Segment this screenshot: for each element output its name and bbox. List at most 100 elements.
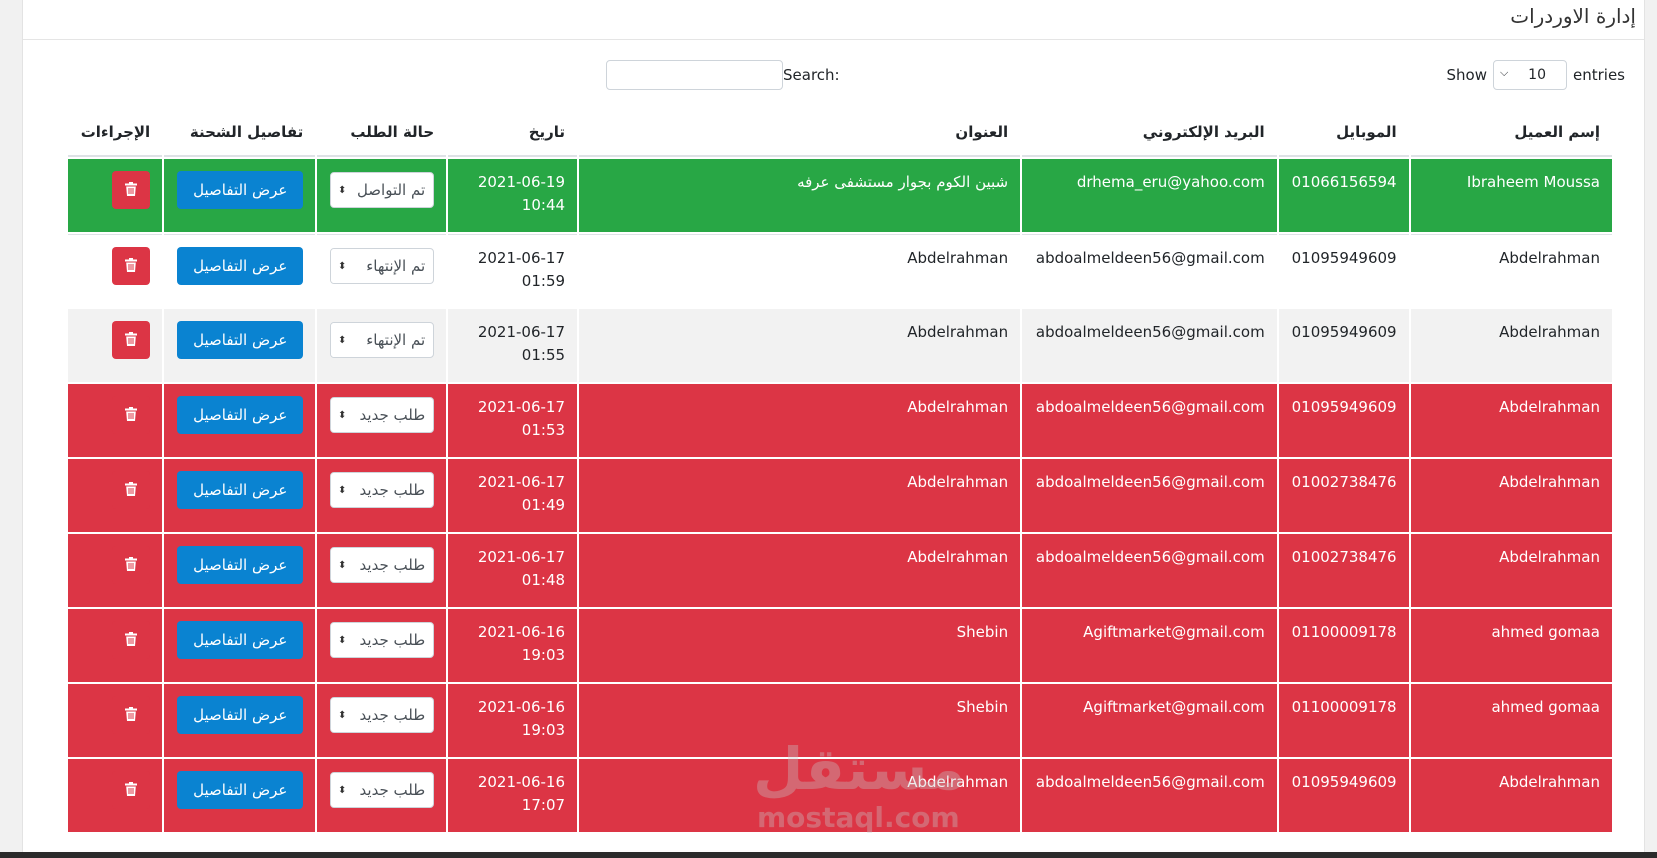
cell-mobile: 01100009178 <box>1278 684 1409 757</box>
sort-arrows-icon: ⬍ <box>331 398 354 432</box>
cell-address: Abdelrahman <box>579 759 1021 832</box>
status-select[interactable]: تم الإنتهاء ⬍ <box>330 322 435 358</box>
search-input[interactable] <box>606 60 783 90</box>
cell-address: Shebin <box>579 609 1021 682</box>
trash-icon <box>125 782 138 796</box>
delete-button[interactable] <box>112 396 151 434</box>
cell-mobile: 01095949609 <box>1278 309 1409 382</box>
cell-email: abdoalmeldeen56@gmail.com <box>1022 459 1277 532</box>
cell-date-time: 01:55 <box>521 346 566 364</box>
cell-address: Shebin <box>579 684 1021 757</box>
chevron-down-icon: ⌵ <box>1500 66 1509 79</box>
cell-status: طلب جديد ⬍ <box>317 459 447 532</box>
trash-icon <box>125 407 138 421</box>
status-value: طلب جديد <box>359 481 426 499</box>
status-select[interactable]: تم الإنتهاء ⬍ <box>330 248 435 284</box>
delete-button[interactable] <box>112 321 151 359</box>
delete-button[interactable] <box>112 247 151 285</box>
cell-date-time: 01:53 <box>521 421 566 439</box>
cell-date-day: 2021-06-17 <box>477 323 566 341</box>
delete-button[interactable] <box>112 621 151 659</box>
column-header-mobile[interactable]: الموبايل <box>1278 109 1409 157</box>
status-select[interactable]: طلب جديد ⬍ <box>330 472 435 508</box>
view-details-button[interactable]: عرض التفاصيل <box>177 171 304 209</box>
cell-details: عرض التفاصيل <box>164 534 316 607</box>
delete-button[interactable] <box>112 546 151 584</box>
card-header: إدارة الاوردرات <box>23 0 1644 40</box>
column-header-date[interactable]: تاريخ <box>448 109 578 157</box>
view-details-button[interactable]: عرض التفاصيل <box>177 621 304 659</box>
table-row: Abdelrahman 01095949609 abdoalmeldeen56@gm… <box>68 309 1612 382</box>
delete-button[interactable] <box>112 171 151 209</box>
sort-arrows-icon: ⬍ <box>331 249 354 283</box>
cell-actions <box>68 234 163 307</box>
column-header-email[interactable]: البريد الإلكتروني <box>1022 109 1277 157</box>
cell-name: Ibraheem Moussa <box>1410 159 1612 232</box>
view-details-button[interactable]: عرض التفاصيل <box>177 321 304 359</box>
table-row: Abdelrahman 01002738476 abdoalmeldeen56@gm… <box>68 534 1612 607</box>
entries-select[interactable]: ⌵ 10 <box>1493 60 1567 90</box>
cell-actions <box>68 159 163 232</box>
status-select[interactable]: طلب جديد ⬍ <box>330 772 435 808</box>
cell-date-time: 19:03 <box>521 721 566 739</box>
status-value: طلب جديد <box>359 406 426 424</box>
cell-status: طلب جديد ⬍ <box>317 684 447 757</box>
status-select[interactable]: طلب جديد ⬍ <box>330 622 435 658</box>
cell-mobile: 01002738476 <box>1278 534 1409 607</box>
column-header-address[interactable]: العنوان <box>579 109 1021 157</box>
cell-address: شبين الكوم بجوار مستشفى عرفه <box>579 159 1021 232</box>
column-header-details[interactable]: تفاصيل الشحنة <box>164 109 316 157</box>
cell-address: Abdelrahman <box>579 384 1021 457</box>
delete-button[interactable] <box>112 471 151 509</box>
cell-name: Abdelrahman <box>1410 234 1612 307</box>
view-details-button[interactable]: عرض التفاصيل <box>177 247 304 285</box>
cell-actions <box>68 534 163 607</box>
cell-actions <box>68 609 163 682</box>
status-value: تم الإنتهاء <box>366 331 426 349</box>
status-select[interactable]: طلب جديد ⬍ <box>330 397 435 433</box>
trash-icon <box>125 557 138 571</box>
table-row: Abdelrahman 01095949609 abdoalmeldeen56@gm… <box>68 384 1612 457</box>
cell-date-time: 01:59 <box>521 272 566 290</box>
table-controls: Search: Show ⌵ 10 entries <box>23 58 1644 92</box>
cell-date: 2021-06-17 01:55 <box>448 309 578 382</box>
view-details-button[interactable]: عرض التفاصيل <box>177 471 304 509</box>
view-details-button[interactable]: عرض التفاصيل <box>177 396 304 434</box>
taskbar-strip <box>0 852 1657 858</box>
column-header-status[interactable]: حالة الطلب <box>317 109 447 157</box>
cell-date-time: 01:48 <box>521 571 566 589</box>
cell-actions <box>68 384 163 457</box>
view-details-button[interactable]: عرض التفاصيل <box>177 696 304 734</box>
cell-status: طلب جديد ⬍ <box>317 759 447 832</box>
cell-mobile: 01002738476 <box>1278 459 1409 532</box>
trash-icon <box>125 482 138 496</box>
sort-arrows-icon: ⬍ <box>331 173 354 207</box>
cell-actions <box>68 459 163 532</box>
cell-email: abdoalmeldeen56@gmail.com <box>1022 309 1277 382</box>
status-select[interactable]: طلب جديد ⬍ <box>330 697 435 733</box>
status-select[interactable]: تم التواصل ⬍ <box>330 172 435 208</box>
status-select[interactable]: طلب جديد ⬍ <box>330 547 435 583</box>
sort-arrows-icon: ⬍ <box>331 698 354 732</box>
sort-arrows-icon: ⬍ <box>331 473 354 507</box>
trash-icon <box>125 707 138 721</box>
view-details-button[interactable]: عرض التفاصيل <box>177 771 304 809</box>
status-value: تم الإنتهاء <box>366 257 426 275</box>
status-value: طلب جديد <box>359 706 426 724</box>
cell-details: عرض التفاصيل <box>164 309 316 382</box>
cell-status: تم الإنتهاء ⬍ <box>317 309 447 382</box>
cell-details: عرض التفاصيل <box>164 684 316 757</box>
column-header-actions[interactable]: الإجراءات <box>68 109 163 157</box>
cell-status: طلب جديد ⬍ <box>317 384 447 457</box>
cell-date: 2021-06-19 10:44 <box>448 159 578 232</box>
delete-button[interactable] <box>112 696 151 734</box>
view-details-button[interactable]: عرض التفاصيل <box>177 546 304 584</box>
status-value: تم التواصل <box>356 181 426 199</box>
cell-actions <box>68 684 163 757</box>
delete-button[interactable] <box>112 771 151 809</box>
cell-email: Agiftmarket@gmail.com <box>1022 684 1277 757</box>
page-title: إدارة الاوردرات <box>1510 4 1636 28</box>
cell-date-time: 10:44 <box>521 196 566 214</box>
column-header-name[interactable]: إسم العميل <box>1410 109 1612 157</box>
cell-details: عرض التفاصيل <box>164 609 316 682</box>
